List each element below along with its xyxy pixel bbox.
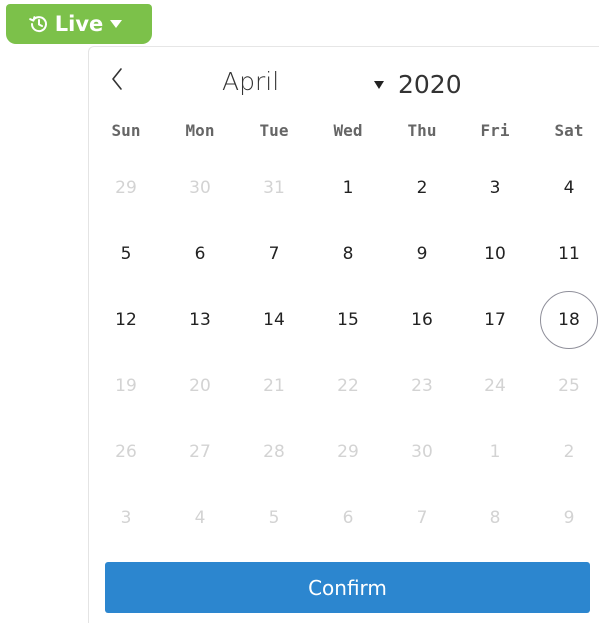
month-label: April <box>222 67 280 96</box>
day-cell[interactable]: 15 <box>320 300 376 340</box>
weekday-sat: Sat <box>554 121 584 140</box>
outside-month-day-cell: 1 <box>489 442 501 462</box>
day-cell[interactable]: 13 <box>172 300 228 340</box>
weekday-mon: Mon <box>185 121 215 140</box>
outside-month-day-cell: 5 <box>268 508 280 528</box>
date-picker-screen: Live April 2020 Sun Mon Tue Wed Thu Fri … <box>0 0 599 623</box>
confirm-button[interactable]: Confirm <box>105 562 590 613</box>
outside-month-day-cell: 26 <box>115 442 137 462</box>
calendar-panel: April 2020 Sun Mon Tue Wed Thu Fri Sat 29 30 31 1… <box>88 46 599 623</box>
day-cell[interactable]: 12 <box>98 300 154 340</box>
weekday-thu: Thu <box>407 121 437 140</box>
outside-month-day-cell: 30 <box>189 178 211 198</box>
live-menu-button[interactable]: Live <box>6 4 152 44</box>
outside-month-day-cell: 22 <box>337 376 359 396</box>
outside-month-day-cell: 19 <box>115 376 137 396</box>
outside-month-day-cell: 29 <box>115 178 137 198</box>
outside-month-day-cell: 4 <box>194 508 206 528</box>
day-cell[interactable]: 3 <box>467 168 523 208</box>
caret-down-icon <box>374 77 384 92</box>
weekday-fri: Fri <box>480 121 510 140</box>
outside-month-day-cell: 29 <box>337 442 359 462</box>
outside-month-day-cell: 31 <box>263 178 285 198</box>
day-cell[interactable]: 4 <box>541 168 597 208</box>
day-cell[interactable]: 5 <box>98 234 154 274</box>
outside-month-day-cell: 23 <box>411 376 433 396</box>
outside-month-day-cell: 28 <box>263 442 285 462</box>
outside-month-day-cell: 25 <box>558 376 580 396</box>
calendar-header: April 2020 <box>89 47 599 117</box>
day-cell[interactable]: 10 <box>467 234 523 274</box>
outside-month-day-cell: 27 <box>189 442 211 462</box>
history-icon <box>28 14 49 34</box>
day-cell[interactable]: 9 <box>394 234 450 274</box>
outside-month-day-cell: 3 <box>120 508 132 528</box>
day-cell[interactable]: 14 <box>246 300 302 340</box>
day-cell[interactable]: 8 <box>320 234 376 274</box>
outside-month-day-cell: 30 <box>411 442 433 462</box>
chevron-left-icon <box>107 68 127 99</box>
day-cell[interactable]: 7 <box>246 234 302 274</box>
weekday-sun: Sun <box>111 121 141 140</box>
day-cell[interactable]: 6 <box>172 234 228 274</box>
day-cell[interactable]: 16 <box>394 300 450 340</box>
outside-month-day-cell: 9 <box>563 508 575 528</box>
day-cell[interactable]: 17 <box>467 300 523 340</box>
year-label: 2020 <box>398 69 462 99</box>
weekday-header-row: Sun Mon Tue Wed Thu Fri Sat <box>89 121 599 143</box>
outside-month-day-cell: 21 <box>263 376 285 396</box>
outside-month-day-cell: 7 <box>416 508 428 528</box>
outside-month-day-cell: 6 <box>342 508 354 528</box>
day-cell[interactable]: 2 <box>394 168 450 208</box>
previous-month-button[interactable] <box>107 65 127 95</box>
outside-month-day-cell: 24 <box>484 376 506 396</box>
year-select[interactable]: 2020 <box>374 67 462 101</box>
day-cell[interactable]: 11 <box>541 234 597 274</box>
caret-down-icon <box>109 19 123 29</box>
outside-month-day-cell: 20 <box>189 376 211 396</box>
weekday-wed: Wed <box>333 121 363 140</box>
selected-day-cell[interactable]: 18 <box>540 291 598 349</box>
outside-month-day-cell: 8 <box>489 508 501 528</box>
weekday-tue: Tue <box>259 121 289 140</box>
day-cell[interactable]: 1 <box>320 168 376 208</box>
outside-month-day-cell: 2 <box>563 442 575 462</box>
live-menu-label: Live <box>54 11 104 36</box>
